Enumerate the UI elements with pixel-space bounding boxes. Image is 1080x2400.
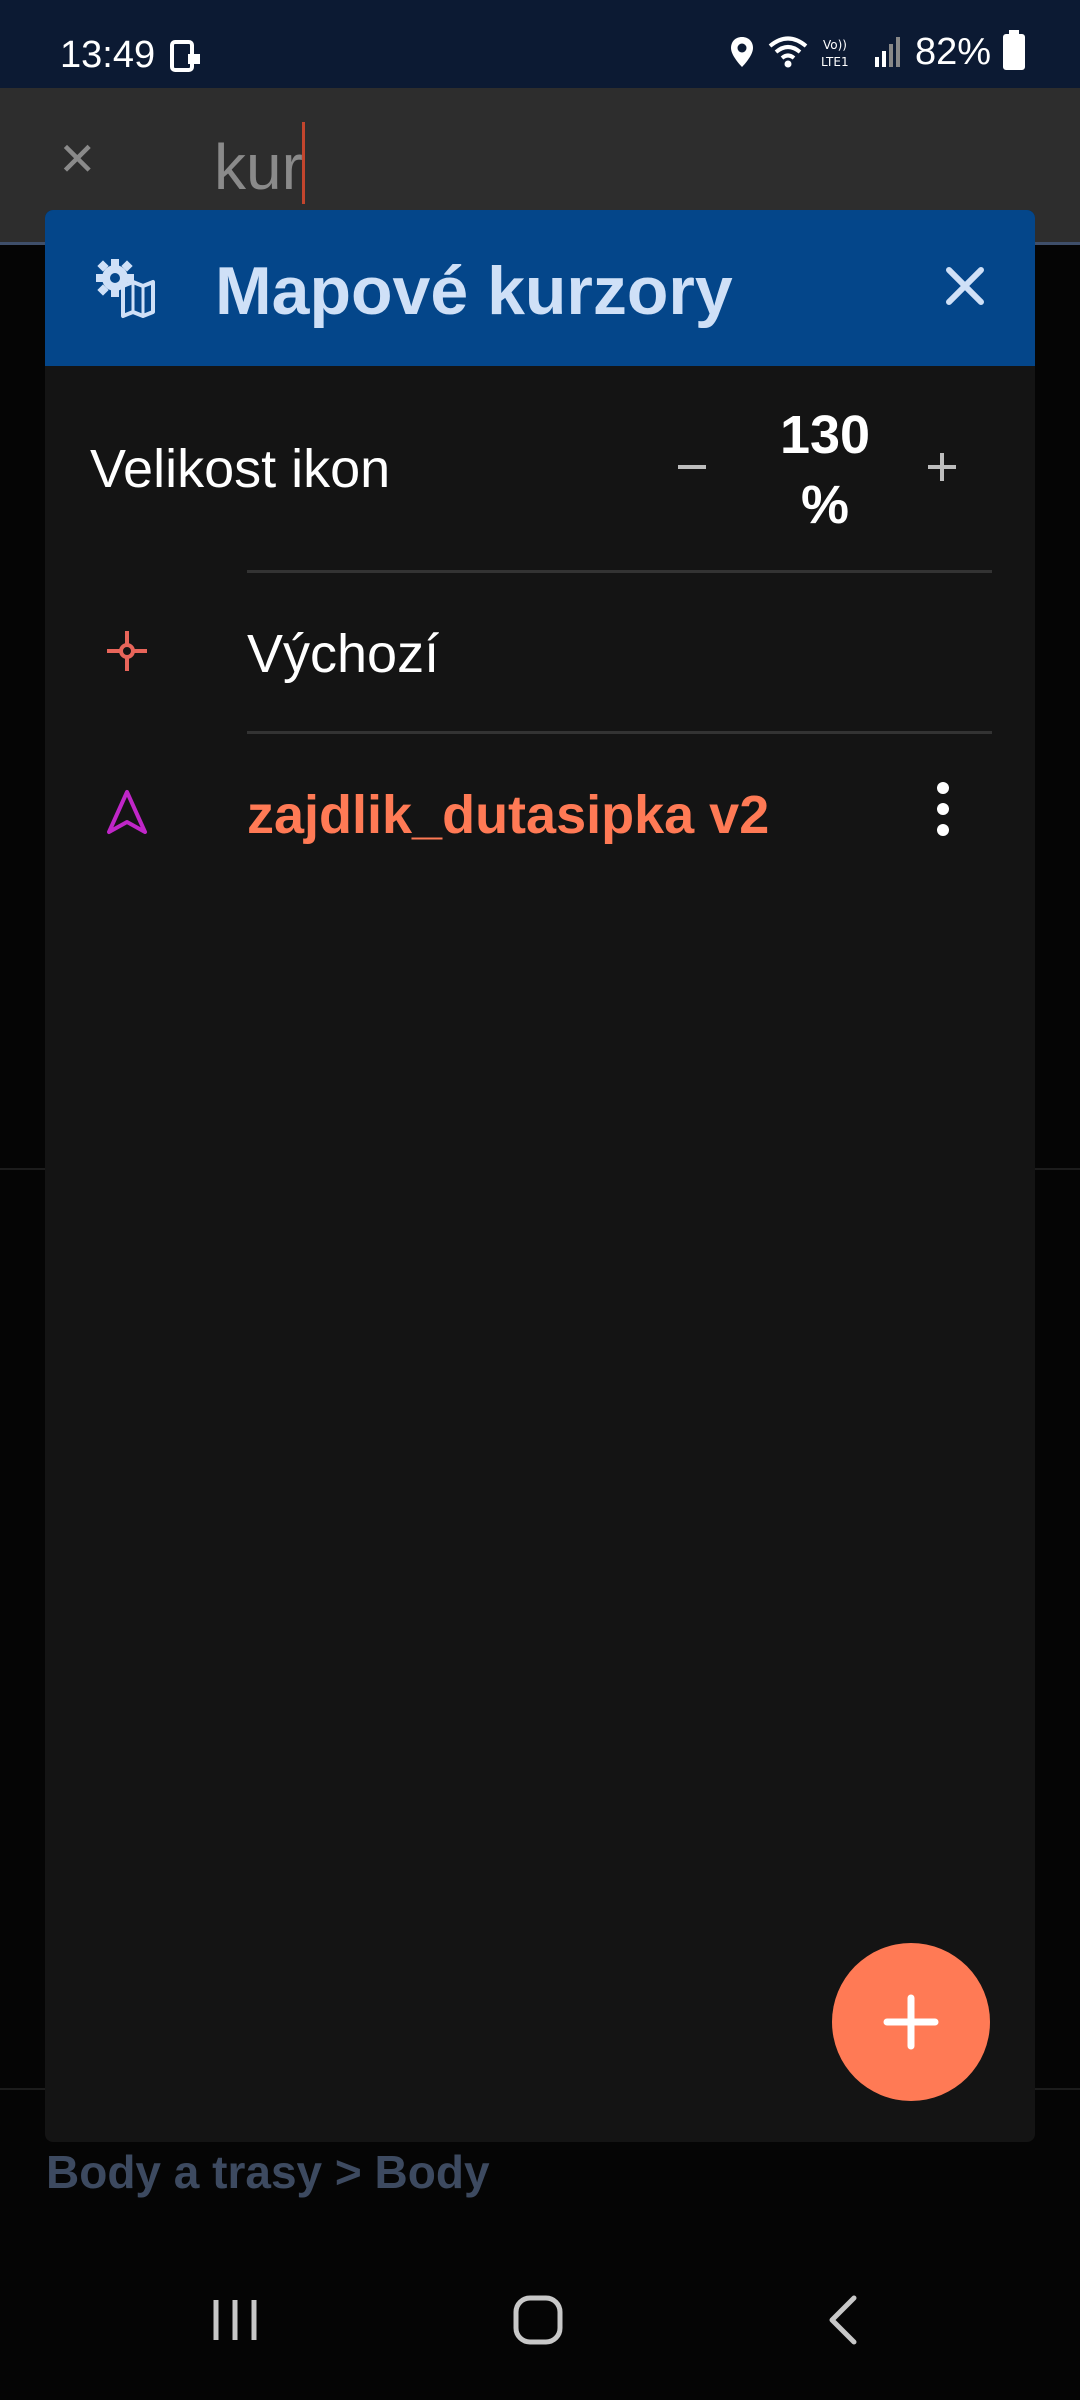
back-icon[interactable]	[822, 2292, 862, 2348]
icon-size-label: Velikost ikon	[90, 439, 391, 499]
device-icon	[170, 40, 200, 72]
status-bar: 13:49 Vo)) LTE1 82%	[0, 0, 1080, 88]
search-clear-icon[interactable]: ✕	[58, 132, 97, 186]
hollow-arrow-icon	[107, 790, 147, 834]
settings-map-icon	[96, 259, 155, 318]
signal-icon	[874, 37, 900, 67]
cursor-item-label: zajdlik_dutasipka v2	[247, 785, 770, 845]
plus-icon	[883, 1994, 939, 2050]
home-icon[interactable]	[510, 2292, 566, 2348]
navigation-bar	[0, 2240, 1080, 2400]
cursor-item-zajdlik[interactable]: zajdlik_dutasipka v2	[45, 734, 1035, 892]
recent-apps-icon[interactable]	[210, 2292, 260, 2348]
icon-size-value: 130 %	[745, 400, 905, 540]
close-icon[interactable]	[937, 258, 993, 314]
crosshair-icon	[107, 631, 147, 671]
dialog-title: Mapové kurzory	[215, 253, 733, 329]
dialog-header: Mapové kurzory	[45, 210, 1035, 366]
svg-text:Vo)): Vo))	[823, 38, 847, 52]
search-input[interactable]: kur	[214, 130, 303, 204]
icon-size-number: 130	[779, 405, 871, 465]
svg-text:LTE1: LTE1	[821, 55, 849, 69]
increase-size-button[interactable]	[907, 432, 977, 502]
plus-icon	[928, 453, 956, 481]
battery-percent: 82%	[914, 30, 991, 73]
minus-icon	[678, 465, 706, 469]
background-breadcrumb: Body a trasy > Body	[46, 2146, 490, 2198]
cursor-item-default[interactable]: Výchozí	[45, 573, 1035, 731]
add-cursor-button[interactable]	[832, 1943, 990, 2101]
icon-size-row: Velikost ikon 130 %	[45, 366, 1035, 572]
battery-icon	[1003, 30, 1025, 70]
icon-size-unit: %	[800, 475, 849, 535]
decrease-size-button[interactable]	[657, 432, 727, 502]
text-cursor	[302, 122, 305, 204]
more-options-icon[interactable]	[931, 776, 955, 846]
status-time: 13:49	[60, 34, 156, 76]
cursor-item-label: Výchozí	[247, 624, 440, 684]
map-cursors-dialog: Mapové kurzory Velikost ikon 130 % Výcho…	[45, 210, 1035, 2142]
lte-icon: Vo)) LTE1	[821, 38, 849, 69]
location-icon	[730, 37, 753, 67]
wifi-icon	[768, 36, 808, 68]
status-right: Vo)) LTE1 82%	[729, 30, 1025, 74]
